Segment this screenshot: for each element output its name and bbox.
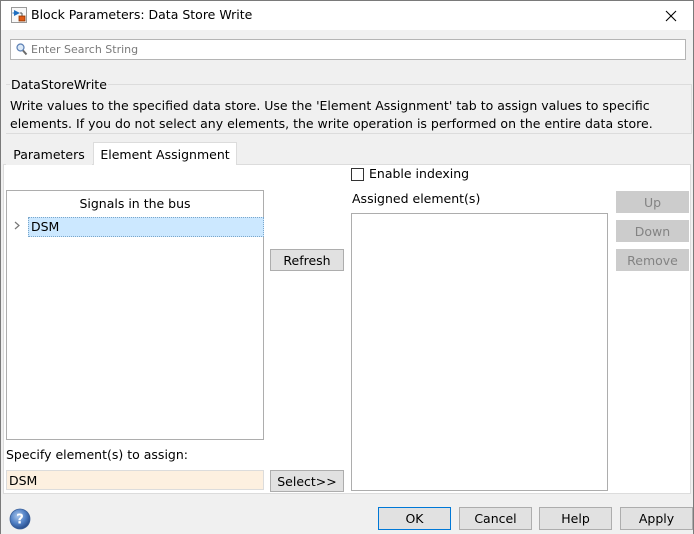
block-type-title: DataStoreWrite [10,77,108,92]
signals-in-bus-list[interactable]: Signals in the bus DSM [6,190,264,440]
title-bar: Block Parameters: Data Store Write [1,1,693,30]
close-button[interactable] [649,1,693,30]
search-icon [16,43,28,56]
tab-element-assignment[interactable]: Element Assignment [93,142,237,165]
cancel-button[interactable]: Cancel [459,507,532,530]
chevron-right-icon[interactable] [14,221,20,230]
up-button[interactable]: Up [616,191,689,213]
dialog-window: Block Parameters: Data Store Write DataS… [0,0,694,534]
tab-parameters[interactable]: Parameters [6,143,92,165]
window-title: Block Parameters: Data Store Write [31,7,253,22]
enable-indexing-label: Enable indexing [369,166,470,181]
search-input[interactable] [31,40,681,59]
specify-elements-input[interactable] [6,470,264,490]
help-button[interactable]: Help [539,507,612,530]
ok-button[interactable]: OK [378,507,451,530]
block-description: Write values to the specified data store… [10,98,653,131]
close-icon [665,10,677,21]
remove-button[interactable]: Remove [616,249,689,271]
signal-tree-item[interactable]: DSM [28,217,264,237]
assigned-elements-label: Assigned element(s) [352,191,481,206]
refresh-button[interactable]: Refresh [270,249,344,271]
simulink-block-icon [11,7,27,23]
assigned-elements-list[interactable] [351,213,608,491]
down-button[interactable]: Down [616,220,689,242]
apply-button[interactable]: Apply [620,507,693,530]
select-button[interactable]: Select>> [270,470,344,492]
signals-list-header: Signals in the bus [79,196,191,211]
help-icon[interactable]: ? [9,508,31,530]
enable-indexing-checkbox[interactable] [351,168,364,181]
search-box [10,39,686,60]
specify-elements-label: Specify element(s) to assign: [6,447,188,462]
svg-text:?: ? [16,513,24,528]
